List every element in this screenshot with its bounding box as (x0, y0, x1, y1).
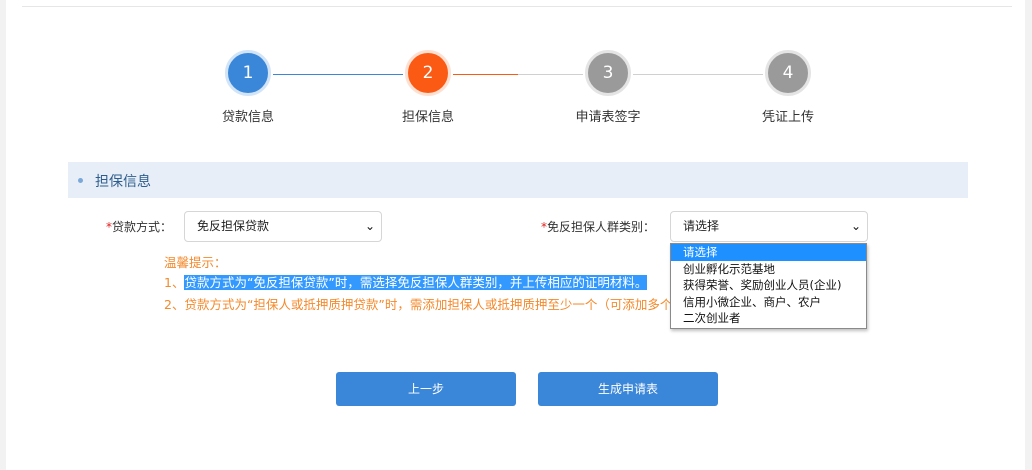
generate-application-button[interactable]: 生成申请表 (538, 372, 718, 406)
loan-method-select[interactable]: 免反担保贷款 ⌄ (184, 211, 382, 242)
section-header: 担保信息 (68, 162, 968, 198)
top-divider (22, 6, 1012, 7)
step-4: 4 凭证上传 (728, 50, 848, 125)
chevron-down-icon: ⌄ (850, 219, 861, 233)
tips-title: 温馨提示： (164, 255, 227, 270)
guarantee-group-dropdown: 请选择 创业孵化示范基地 获得荣誉、奖励创业人员(企业) 信用小微企业、商户、农… (670, 243, 867, 329)
loan-method-value: 免反担保贷款 (197, 219, 270, 233)
loan-method-label-text: 贷款方式： (112, 220, 173, 234)
step-1-circle: 1 (225, 50, 271, 96)
guarantee-group-label: *免反担保人群类别： (541, 218, 655, 235)
dropdown-option[interactable]: 信用小微企业、商户、农户 (671, 294, 866, 311)
tips-line-2: 2、贷款方式为“担保人或抵押质押贷款”时，需添加担保人或抵押质押至少一个（可添加… (164, 297, 673, 312)
guarantee-group-select[interactable]: 请选择 ⌄ (670, 211, 868, 242)
step-1-label: 贷款信息 (221, 110, 274, 125)
step-1: 1 贷款信息 (188, 50, 308, 125)
guarantee-group-value: 请选择 (683, 219, 720, 233)
dropdown-option[interactable]: 创业孵化示范基地 (671, 261, 866, 278)
guarantee-group-label-text: 免反担保人群类别： (547, 220, 656, 234)
dropdown-option[interactable]: 二次创业者 (671, 310, 866, 327)
step-4-circle: 4 (765, 50, 811, 96)
dropdown-option[interactable]: 请选择 (671, 244, 866, 261)
step-2: 2 担保信息 (368, 50, 488, 125)
section-title: 担保信息 (95, 174, 151, 190)
loan-method-label: *贷款方式： (106, 218, 172, 235)
step-3-circle: 3 (585, 50, 631, 96)
step-2-circle: 2 (405, 50, 451, 96)
step-3-label: 申请表签字 (575, 110, 641, 125)
step-2-label: 担保信息 (401, 110, 454, 125)
step-4-label: 凭证上传 (761, 110, 814, 125)
prev-step-button[interactable]: 上一步 (336, 372, 516, 406)
section-bullet-icon (78, 178, 83, 183)
chevron-down-icon: ⌄ (364, 219, 375, 233)
tips-line-1: 1、贷款方式为“免反担保贷款”时，需选择免反担保人群类别，并上传相应的证明材料。 (164, 272, 648, 291)
tips-line-1-prefix: 1、 (164, 275, 185, 290)
tips-line-1-highlight: 贷款方式为“免反担保贷款”时，需选择免反担保人群类别，并上传相应的证明材料。 (184, 275, 648, 290)
dropdown-option[interactable]: 获得荣誉、奖励创业人员(企业) (671, 277, 866, 294)
step-3: 3 申请表签字 (548, 50, 668, 125)
